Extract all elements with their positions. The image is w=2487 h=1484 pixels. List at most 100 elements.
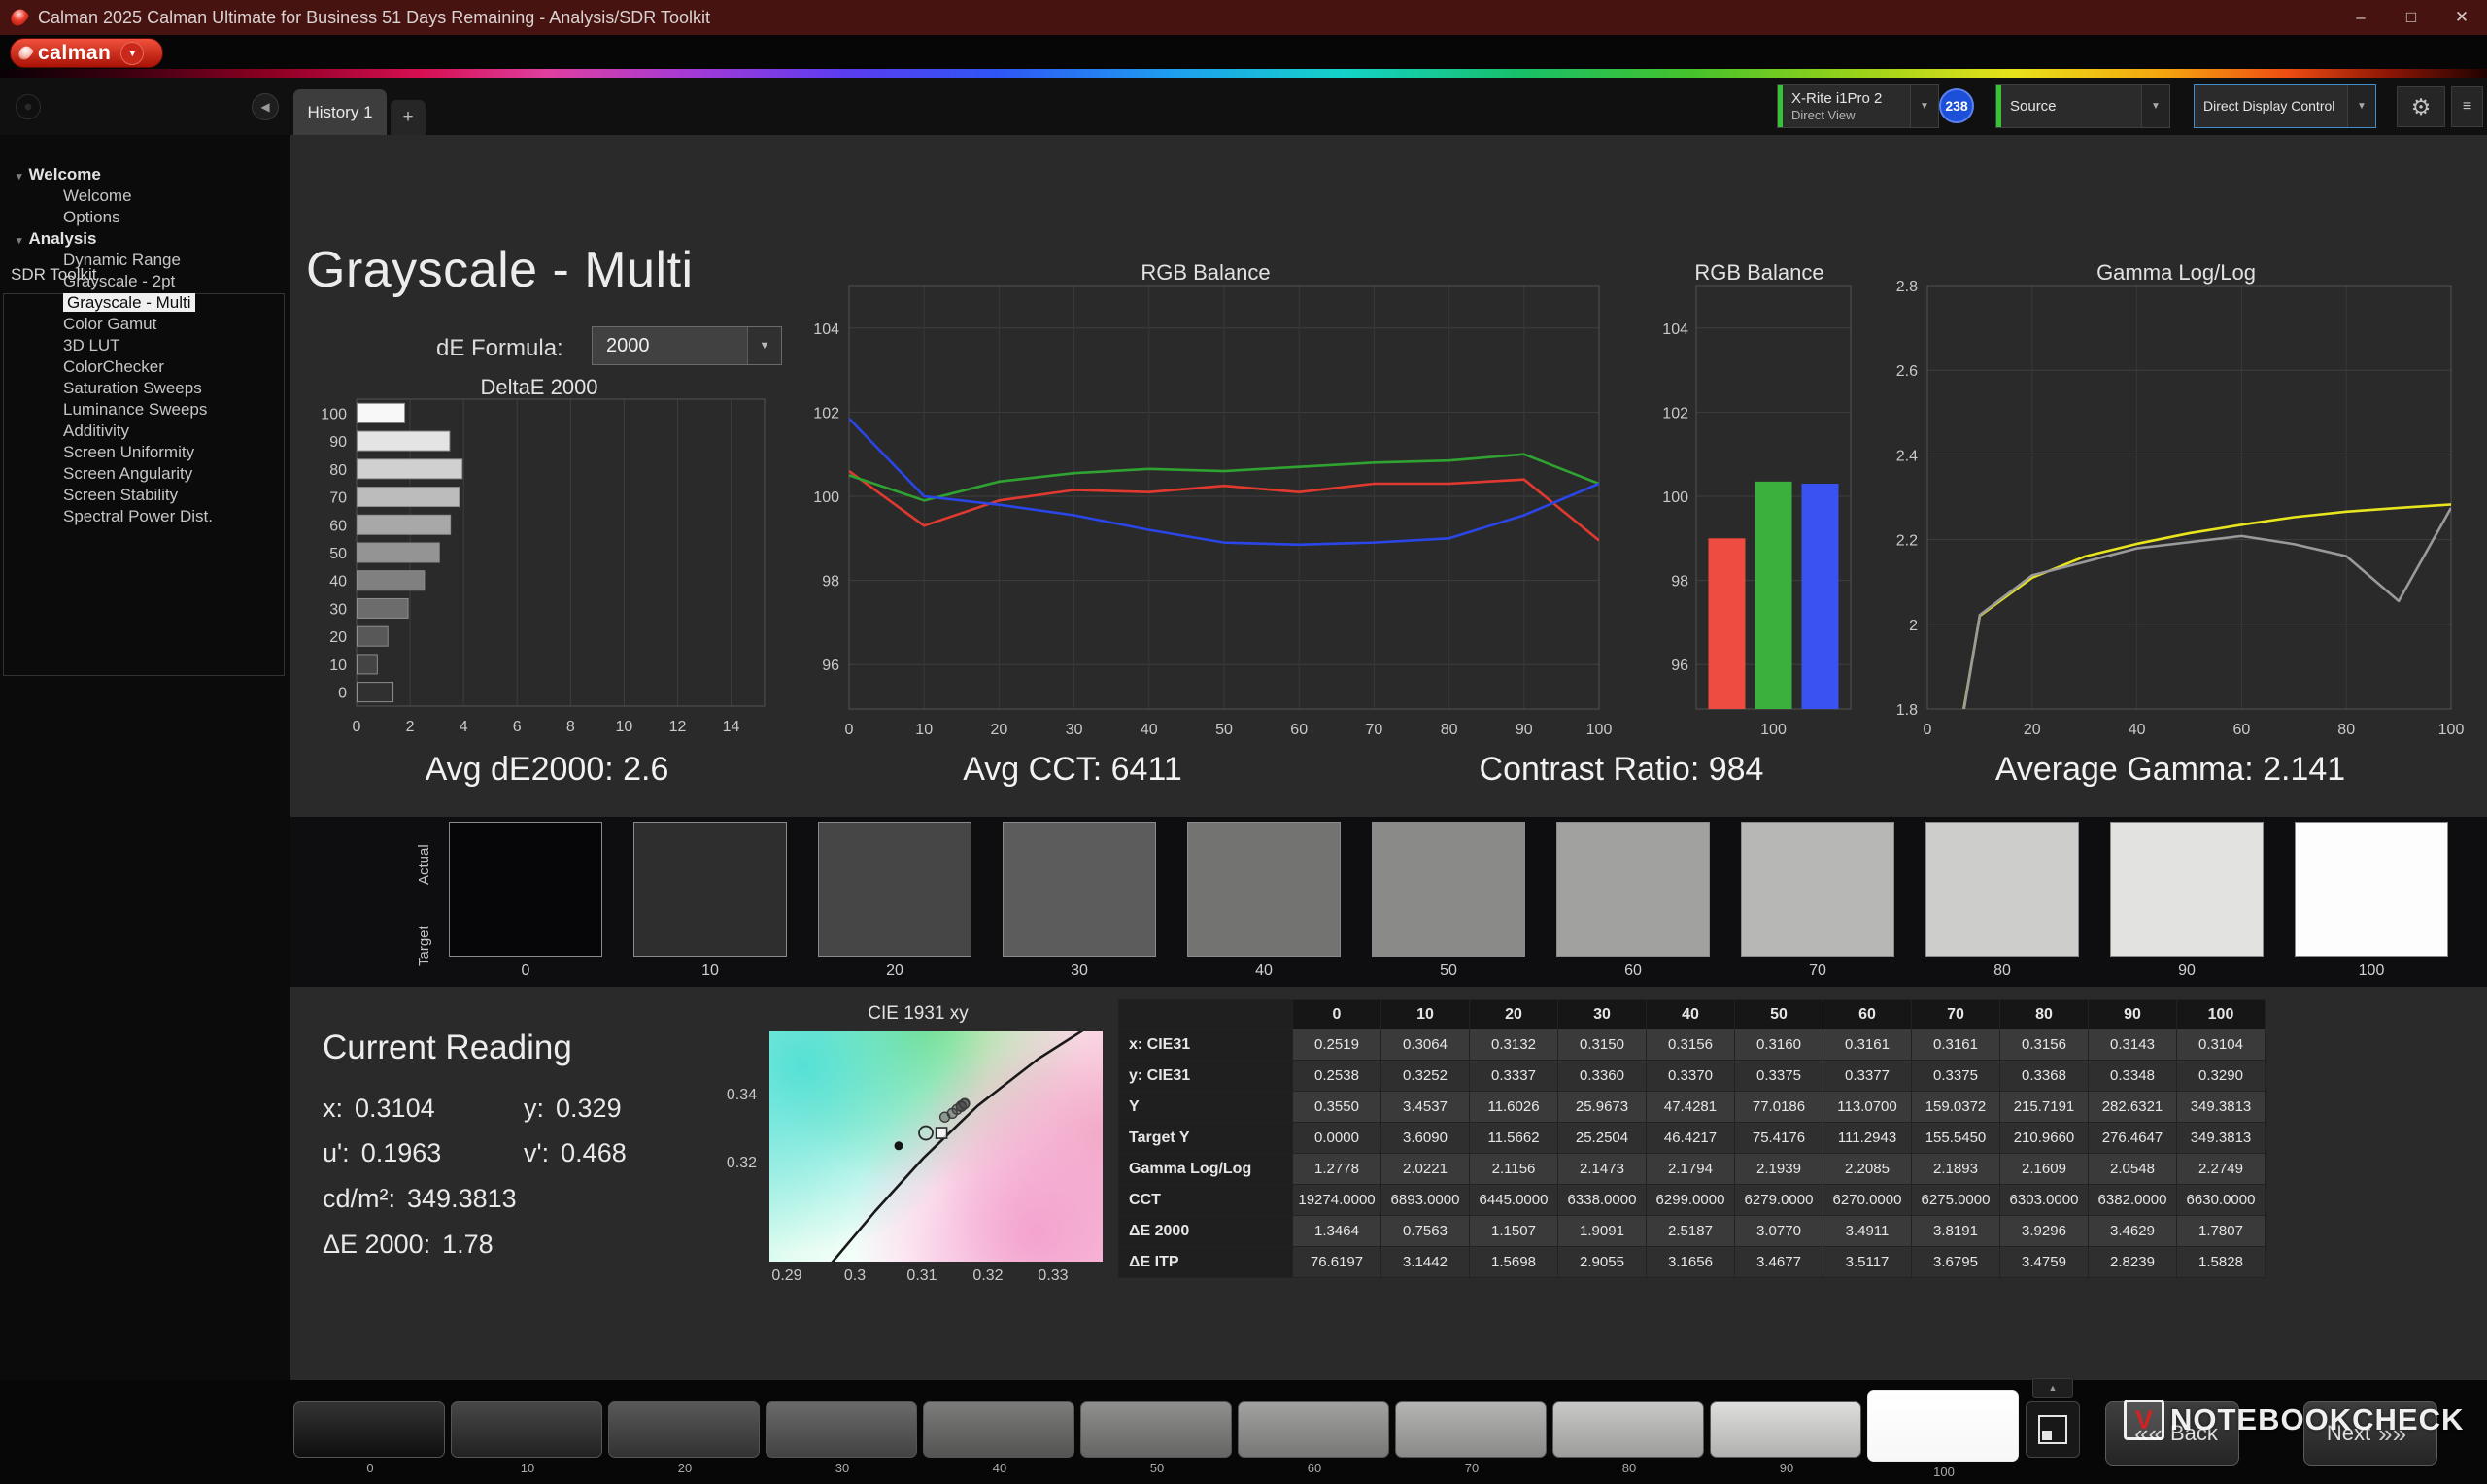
- svg-text:30: 30: [329, 601, 347, 618]
- table-cell: 2.9055: [1557, 1246, 1647, 1278]
- svg-text:20: 20: [991, 722, 1008, 738]
- sidebar-item-label: Luminance Sweeps: [63, 400, 208, 419]
- measurement-table: 0 10 20 30 40 50 60 70 80 90 100 x: CIE31 0.2519 0.3…: [1118, 999, 2266, 1278]
- tab-history-1[interactable]: History 1: [293, 89, 387, 135]
- table-cell: 6630.0000: [2176, 1184, 2266, 1216]
- de-formula-select[interactable]: 2000 ▼: [592, 326, 782, 365]
- table-cell: 0.3290: [2176, 1060, 2266, 1092]
- level-button-50[interactable]: [1080, 1401, 1232, 1458]
- tree-expand-icon[interactable]: ▾: [17, 171, 22, 183]
- table-row: ΔE ITP 76.6197 3.1442 1.5698 2.9055 3.1656 3.4…: [1118, 1246, 2266, 1278]
- source-dropdown[interactable]: Source ▼: [1995, 84, 2170, 128]
- table-row-label: ΔE ITP: [1118, 1246, 1293, 1278]
- sidebar-item-color-gamut[interactable]: Color Gamut: [3, 314, 285, 335]
- sidebar-collapse-button[interactable]: ◀: [252, 93, 279, 120]
- table-cell: 155.5450: [1911, 1122, 2000, 1154]
- table-cell: 0.3375: [1734, 1060, 1823, 1092]
- calman-window: Calman 2025 Calman Ultimate for Business…: [0, 0, 2487, 1484]
- sidebar-item-screen-uniformity[interactable]: Screen Uniformity: [3, 442, 285, 463]
- tree-expand-icon[interactable]: ▾: [17, 235, 22, 247]
- table-cell: 0.3252: [1380, 1060, 1470, 1092]
- sidebar-item-label: Additivity: [63, 422, 130, 440]
- sidebar-item-analysis[interactable]: ▾ Analysis: [3, 228, 285, 250]
- table-cell: 1.1507: [1469, 1215, 1558, 1247]
- level-button-20[interactable]: [608, 1401, 760, 1458]
- svg-text:100: 100: [321, 406, 347, 422]
- level-button-60[interactable]: [1238, 1401, 1389, 1458]
- sidebar-item-dynamic-range[interactable]: Dynamic Range: [3, 250, 285, 271]
- swatch-label: 50: [1440, 962, 1457, 979]
- svg-text:2: 2: [1909, 618, 1918, 634]
- pattern-up-button[interactable]: ▲: [2032, 1378, 2073, 1398]
- sidebar-item-screen-angularity[interactable]: Screen Angularity: [3, 463, 285, 485]
- calman-menu-button[interactable]: calman ▼: [10, 38, 163, 68]
- table-cell: 3.4677: [1734, 1246, 1823, 1278]
- svg-text:1.8: 1.8: [1896, 702, 1918, 719]
- svg-text:60: 60: [329, 518, 347, 534]
- minimize-button[interactable]: –: [2335, 0, 2386, 35]
- level-button-70[interactable]: [1395, 1401, 1547, 1458]
- table-cell: 3.0770: [1734, 1215, 1823, 1247]
- sidebar-item-colorchecker[interactable]: ColorChecker: [3, 356, 285, 378]
- sidebar-item-saturation-sweeps[interactable]: Saturation Sweeps: [3, 378, 285, 399]
- settings-button[interactable]: ⚙: [2397, 86, 2445, 127]
- rainbow-divider: [0, 69, 2487, 78]
- level-button-40[interactable]: [923, 1401, 1074, 1458]
- workspace-menu-button[interactable]: ≡: [2451, 86, 2483, 127]
- pattern-window-button[interactable]: [2026, 1401, 2080, 1458]
- sidebar-item-welcome[interactable]: Welcome: [3, 186, 285, 207]
- notebookcheck-watermark: V NOTEBOOKCHECK: [2124, 1400, 2464, 1440]
- table-cell: 76.6197: [1292, 1246, 1381, 1278]
- level-button-90[interactable]: [1710, 1401, 1861, 1458]
- calman-menu-arrow-icon[interactable]: ▼: [120, 41, 145, 65]
- table-cell: 0.3064: [1380, 1029, 1470, 1061]
- level-button-label: 50: [1149, 1461, 1165, 1475]
- table-cell: 0.0000: [1292, 1122, 1381, 1154]
- sidebar-item-3d-lut[interactable]: 3D LUT: [3, 335, 285, 356]
- svg-text:8: 8: [566, 719, 575, 735]
- cie-xtick: 0.29: [771, 1267, 802, 1284]
- table-cell: 111.2943: [1823, 1122, 1912, 1154]
- meter-mode: Direct View: [1791, 107, 1856, 122]
- cie-ytick: 0.34: [726, 1087, 757, 1103]
- swatch-color-80: [1925, 822, 2079, 957]
- chevron-down-icon[interactable]: ▼: [2141, 85, 2169, 127]
- level-button-100[interactable]: [1867, 1390, 2019, 1462]
- chevron-down-icon[interactable]: ▼: [1910, 85, 1938, 127]
- table-cell: 11.6026: [1469, 1091, 1558, 1123]
- meter-dropdown[interactable]: X-Rite i1Pro 2 Direct View ▼: [1777, 84, 1939, 128]
- sidebar-item-grayscale-2pt[interactable]: Grayscale - 2pt: [3, 271, 285, 292]
- table-cell: 77.0186: [1734, 1091, 1823, 1123]
- svg-text:96: 96: [822, 658, 839, 674]
- gamma-line-chart: 1.8 2 2.2 2.4 2.6 2.8 0 20 40 60 80 100: [1896, 279, 2465, 738]
- calman-drop-icon: [16, 43, 35, 63]
- svg-text:0: 0: [1924, 722, 1932, 738]
- svg-text:2.8: 2.8: [1896, 279, 1918, 295]
- svg-text:104: 104: [1662, 321, 1688, 338]
- level-button-0[interactable]: [293, 1401, 445, 1458]
- table-cell: 0.3337: [1469, 1060, 1558, 1092]
- level-button-30[interactable]: [766, 1401, 917, 1458]
- level-button-10[interactable]: [451, 1401, 602, 1458]
- table-row: ΔE 2000 1.3464 0.7563 1.1507 1.9091 2.5187 3.0…: [1118, 1215, 2266, 1247]
- table-cell: 2.0548: [2088, 1153, 2177, 1185]
- sidebar-item-luminance-sweeps[interactable]: Luminance Sweeps: [3, 399, 285, 421]
- sidebar-item-additivity[interactable]: Additivity: [3, 421, 285, 442]
- level-button-80[interactable]: [1552, 1401, 1704, 1458]
- sidebar-item-options[interactable]: Options: [3, 207, 285, 228]
- table-cell: 2.2749: [2176, 1153, 2266, 1185]
- sidebar-item-welcome[interactable]: ▾ Welcome: [3, 164, 285, 186]
- table-cell: 0.3368: [1999, 1060, 2089, 1092]
- sidebar-item-spectral-power-dist-[interactable]: Spectral Power Dist.: [3, 506, 285, 527]
- table-header: 0 10 20 30 40 50 60 70 80 90 100: [1118, 999, 2266, 1029]
- add-tab-button[interactable]: +: [391, 100, 426, 135]
- chevron-down-icon[interactable]: ▼: [2347, 85, 2375, 127]
- pattern-window-icon: [2038, 1415, 2067, 1444]
- svg-text:50: 50: [329, 546, 347, 562]
- maximize-button[interactable]: □: [2386, 0, 2436, 35]
- sidebar-item-grayscale-multi[interactable]: Grayscale - Multi: [3, 292, 285, 314]
- swatch-60: 60: [1556, 822, 1710, 980]
- close-button[interactable]: ✕: [2436, 0, 2487, 35]
- sidebar-item-screen-stability[interactable]: Screen Stability: [3, 485, 285, 506]
- display-control-dropdown[interactable]: Direct Display Control ▼: [2194, 84, 2376, 128]
